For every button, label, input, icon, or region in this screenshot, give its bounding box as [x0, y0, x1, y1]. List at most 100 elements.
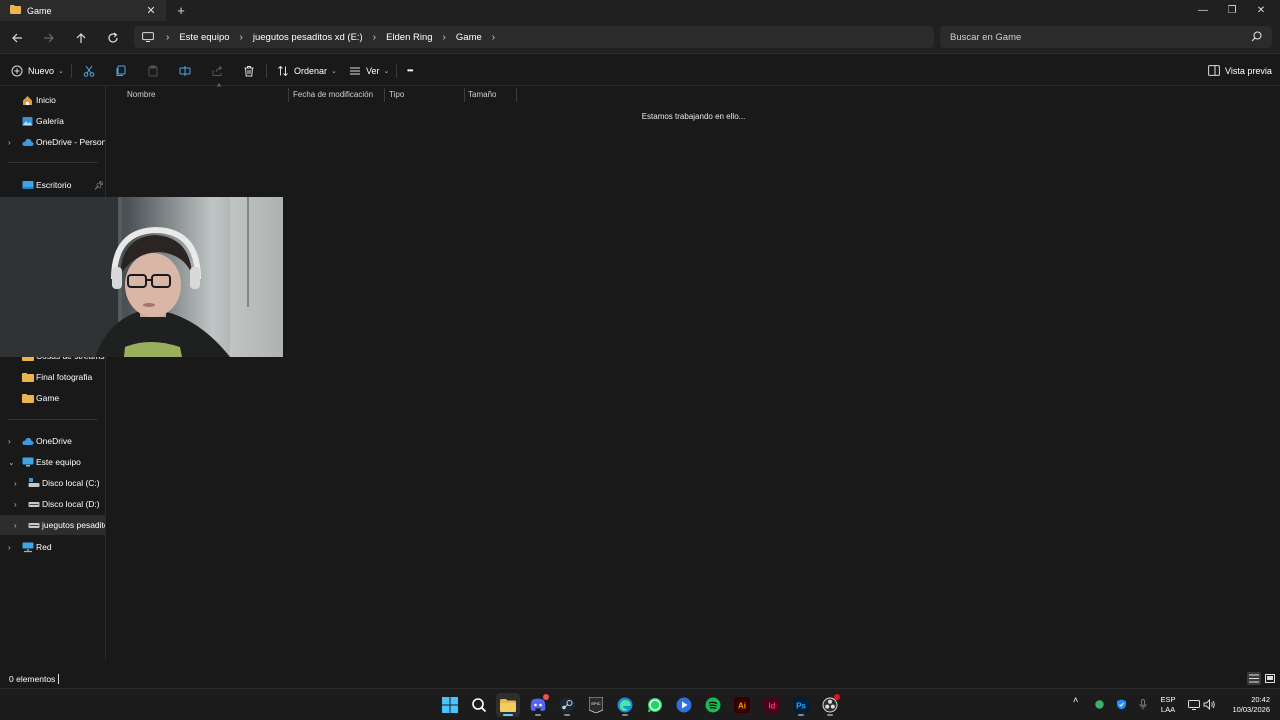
spotify-icon[interactable] [701, 693, 725, 717]
sidebar-item-game[interactable]: Game [0, 388, 105, 408]
sidebar-item-label: Galería [36, 116, 64, 126]
column-header-fecha[interactable]: Fecha de modificación [288, 86, 384, 102]
illustrator-icon[interactable]: Ai [730, 693, 754, 717]
column-resize-handle[interactable] [516, 88, 517, 102]
up-icon[interactable] [72, 29, 90, 47]
input-language-indicator[interactable]: ESP LAA [1158, 695, 1178, 715]
new-tab-icon[interactable]: + [174, 3, 188, 18]
pin-icon[interactable]: 📌︎ [94, 181, 104, 190]
webcam-overlay [0, 197, 283, 357]
photoshop-icon[interactable]: Ps [789, 693, 813, 717]
chevron-right-icon[interactable]: › [492, 32, 495, 43]
column-header-tipo[interactable]: Tipo [384, 86, 464, 102]
clock-date: 10/03/2026 [1232, 705, 1270, 714]
sidebar-item-inicio[interactable]: Inicio [0, 90, 105, 110]
chevron-right-icon[interactable]: › [14, 500, 17, 509]
sort-icon [277, 65, 289, 77]
sidebar-item-juegutos-pesaditos[interactable]: › juegutos pesaditos [0, 515, 105, 535]
start-icon[interactable] [438, 693, 462, 717]
copy-icon[interactable] [113, 63, 129, 78]
sidebar-item-label: Inicio [36, 95, 56, 105]
breadcrumb-elden-ring[interactable]: Elden Ring [386, 32, 432, 43]
microphone-icon[interactable] [1139, 699, 1147, 712]
epic-games-icon[interactable]: EPIC [584, 693, 608, 717]
minimize-icon[interactable]: — [1193, 2, 1213, 18]
column-header-tamano[interactable]: Tamaño [463, 86, 516, 102]
column-label: Tipo [389, 89, 405, 99]
paste-icon[interactable] [145, 63, 161, 78]
sidebar-item-escritorio[interactable]: Escritorio 📌︎ [0, 175, 105, 195]
steam-icon[interactable] [555, 693, 579, 717]
new-label: Nuevo [28, 65, 55, 76]
gallery-icon [22, 116, 33, 127]
status-dot-icon[interactable] [1095, 700, 1104, 711]
address-bar[interactable]: › Este equipo › juegutos pesaditos xd (E… [134, 26, 934, 48]
sort-button[interactable]: Ordenar ⌄ [277, 63, 337, 78]
share-icon[interactable] [209, 63, 225, 78]
close-tab-icon[interactable]: ✕ [145, 4, 157, 17]
sidebar-item-este-equipo[interactable]: ⌄ Este equipo [0, 452, 105, 472]
sidebar-item-onedrive-personal[interactable]: › OneDrive - Persona [0, 132, 105, 152]
sidebar-item-galeria[interactable]: Galería [0, 111, 105, 131]
file-explorer-icon[interactable] [496, 693, 520, 717]
network-icon[interactable] [1188, 699, 1200, 712]
chevron-right-icon[interactable]: › [443, 32, 446, 43]
title-bar: Game ✕ + — ❐ ✕ [0, 0, 1280, 21]
chevron-down-icon[interactable]: ⌄ [8, 458, 15, 467]
tab-game[interactable]: Game ✕ [0, 0, 166, 21]
sidebar-item-final-fotografia[interactable]: Final fotografia [0, 367, 105, 387]
chevron-right-icon[interactable]: › [8, 437, 11, 446]
navigation-bar: › Este equipo › juegutos pesaditos xd (E… [0, 21, 1280, 54]
keyboard-layout: LAA [1160, 705, 1176, 714]
running-indicator [622, 714, 628, 716]
edge-icon[interactable] [613, 693, 637, 717]
large-icons-view-icon[interactable] [1263, 672, 1277, 685]
indesign-icon[interactable]: Id [760, 693, 784, 717]
cut-icon[interactable] [81, 63, 97, 78]
discord-icon[interactable] [526, 693, 550, 717]
close-window-icon[interactable]: ✕ [1251, 2, 1271, 18]
chevron-right-icon[interactable]: › [240, 32, 243, 43]
chevron-right-icon[interactable]: › [373, 32, 376, 43]
delete-icon[interactable] [241, 63, 257, 78]
sidebar-divider [8, 419, 98, 420]
forward-icon[interactable] [40, 29, 58, 47]
chevron-right-icon[interactable]: › [8, 543, 11, 552]
cloud-icon [22, 437, 34, 446]
chevron-right-icon[interactable]: › [14, 521, 17, 530]
breadcrumb-drive-e[interactable]: juegutos pesaditos xd (E:) [253, 32, 363, 43]
sort-ascending-icon: ˄ [217, 83, 222, 90]
folder-icon [22, 393, 34, 403]
new-button[interactable]: Nuevo ⌄ [11, 63, 64, 78]
clock[interactable]: 20:42 10/03/2026 [1222, 695, 1270, 715]
volume-icon[interactable] [1203, 698, 1216, 712]
chevron-right-icon[interactable]: › [14, 479, 17, 488]
sidebar-item-disco-d[interactable]: › Disco local (D:) [0, 494, 105, 514]
more-options-icon[interactable]: ••• [407, 63, 413, 78]
preview-button[interactable]: Vista previa [1208, 63, 1272, 78]
details-view-icon[interactable] [1247, 672, 1261, 685]
chevron-right-icon[interactable]: › [8, 138, 11, 147]
view-button[interactable]: Ver ⌄ [349, 63, 389, 78]
loading-message: Estamos trabajando en ello... [641, 112, 746, 121]
search-input[interactable]: Buscar en Game [940, 26, 1272, 48]
sidebar-item-disco-c[interactable]: › Disco local (C:) [0, 473, 105, 493]
whatsapp-icon[interactable] [643, 693, 667, 717]
restore-icon[interactable]: ❐ [1222, 2, 1242, 18]
rename-icon[interactable] [177, 63, 193, 78]
refresh-icon[interactable] [104, 29, 122, 47]
sidebar-item-label: Disco local (C:) [42, 478, 100, 488]
show-hidden-icons-chevron-up-icon[interactable]: ˄ [1073, 695, 1078, 705]
back-icon[interactable] [8, 29, 26, 47]
sidebar-item-red[interactable]: › Red [0, 537, 105, 557]
cloud-icon [22, 138, 34, 147]
defender-icon[interactable] [1116, 699, 1127, 712]
app-icon[interactable] [672, 693, 696, 717]
search-icon[interactable] [467, 693, 491, 717]
sidebar-item-onedrive[interactable]: › OneDrive [0, 431, 105, 451]
breadcrumb-este-equipo[interactable]: Este equipo [179, 32, 229, 43]
breadcrumb-game[interactable]: Game [456, 32, 482, 43]
chevron-down-icon: ⌄ [58, 67, 64, 75]
column-header-nombre[interactable]: Nombre ˄ [122, 83, 288, 102]
obs-icon[interactable] [818, 693, 842, 717]
